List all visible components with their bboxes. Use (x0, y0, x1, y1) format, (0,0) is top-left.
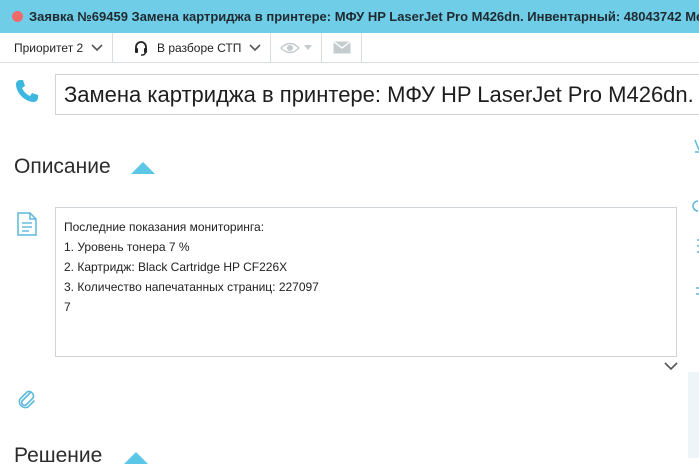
send-email-button[interactable] (322, 33, 362, 62)
tool-icon (694, 139, 699, 153)
envelope-icon (332, 41, 351, 54)
description-heading: Описание (14, 155, 111, 178)
paperclip-icon[interactable] (16, 388, 38, 410)
headset-icon (135, 40, 147, 56)
ticket-toolbar: Приоритет 2 В разборе СТП (0, 33, 699, 63)
priority-label: Приоритет 2 (14, 40, 84, 55)
status-dropdown[interactable]: В разборе СТП (113, 33, 271, 62)
subject-input[interactable]: Замена картриджа в принтере: МФУ HP Lase… (55, 74, 699, 115)
eye-icon (280, 42, 300, 53)
description-line: 2. Картридж: Black Cartridge HP CF226X (64, 260, 288, 274)
description-line: 1. Уровень тонера 7 % (64, 240, 190, 254)
description-line: 3. Количество напечатанных страниц: 2270… (64, 280, 319, 294)
description-line: Последние показания мониторинга: (64, 220, 265, 234)
phone-icon[interactable] (14, 78, 40, 104)
expand-chevron-icon[interactable] (664, 361, 678, 371)
watch-button[interactable] (271, 33, 322, 62)
collapse-solution-icon[interactable] (124, 452, 148, 464)
priority-dropdown[interactable]: Приоритет 2 (0, 33, 113, 62)
chevron-down-icon (91, 43, 103, 51)
window-title: Заявка №69459 Замена картриджа в принтер… (29, 9, 699, 24)
chevron-down-icon (249, 43, 261, 51)
window-titlebar: Заявка №69459 Замена картриджа в принтер… (0, 0, 699, 33)
description-line: 7 (64, 300, 71, 314)
document-icon (17, 212, 37, 236)
description-textarea[interactable]: Последние показания мониторинга: 1. Уров… (55, 207, 677, 357)
caret-down-icon (304, 44, 312, 50)
status-label: В разборе СТП (157, 40, 242, 55)
clock-icon (692, 200, 699, 212)
side-panel-bar (688, 372, 699, 458)
solution-heading: Решение (14, 444, 103, 467)
close-window-button[interactable] (12, 11, 23, 22)
collapse-description-icon[interactable] (131, 162, 155, 174)
